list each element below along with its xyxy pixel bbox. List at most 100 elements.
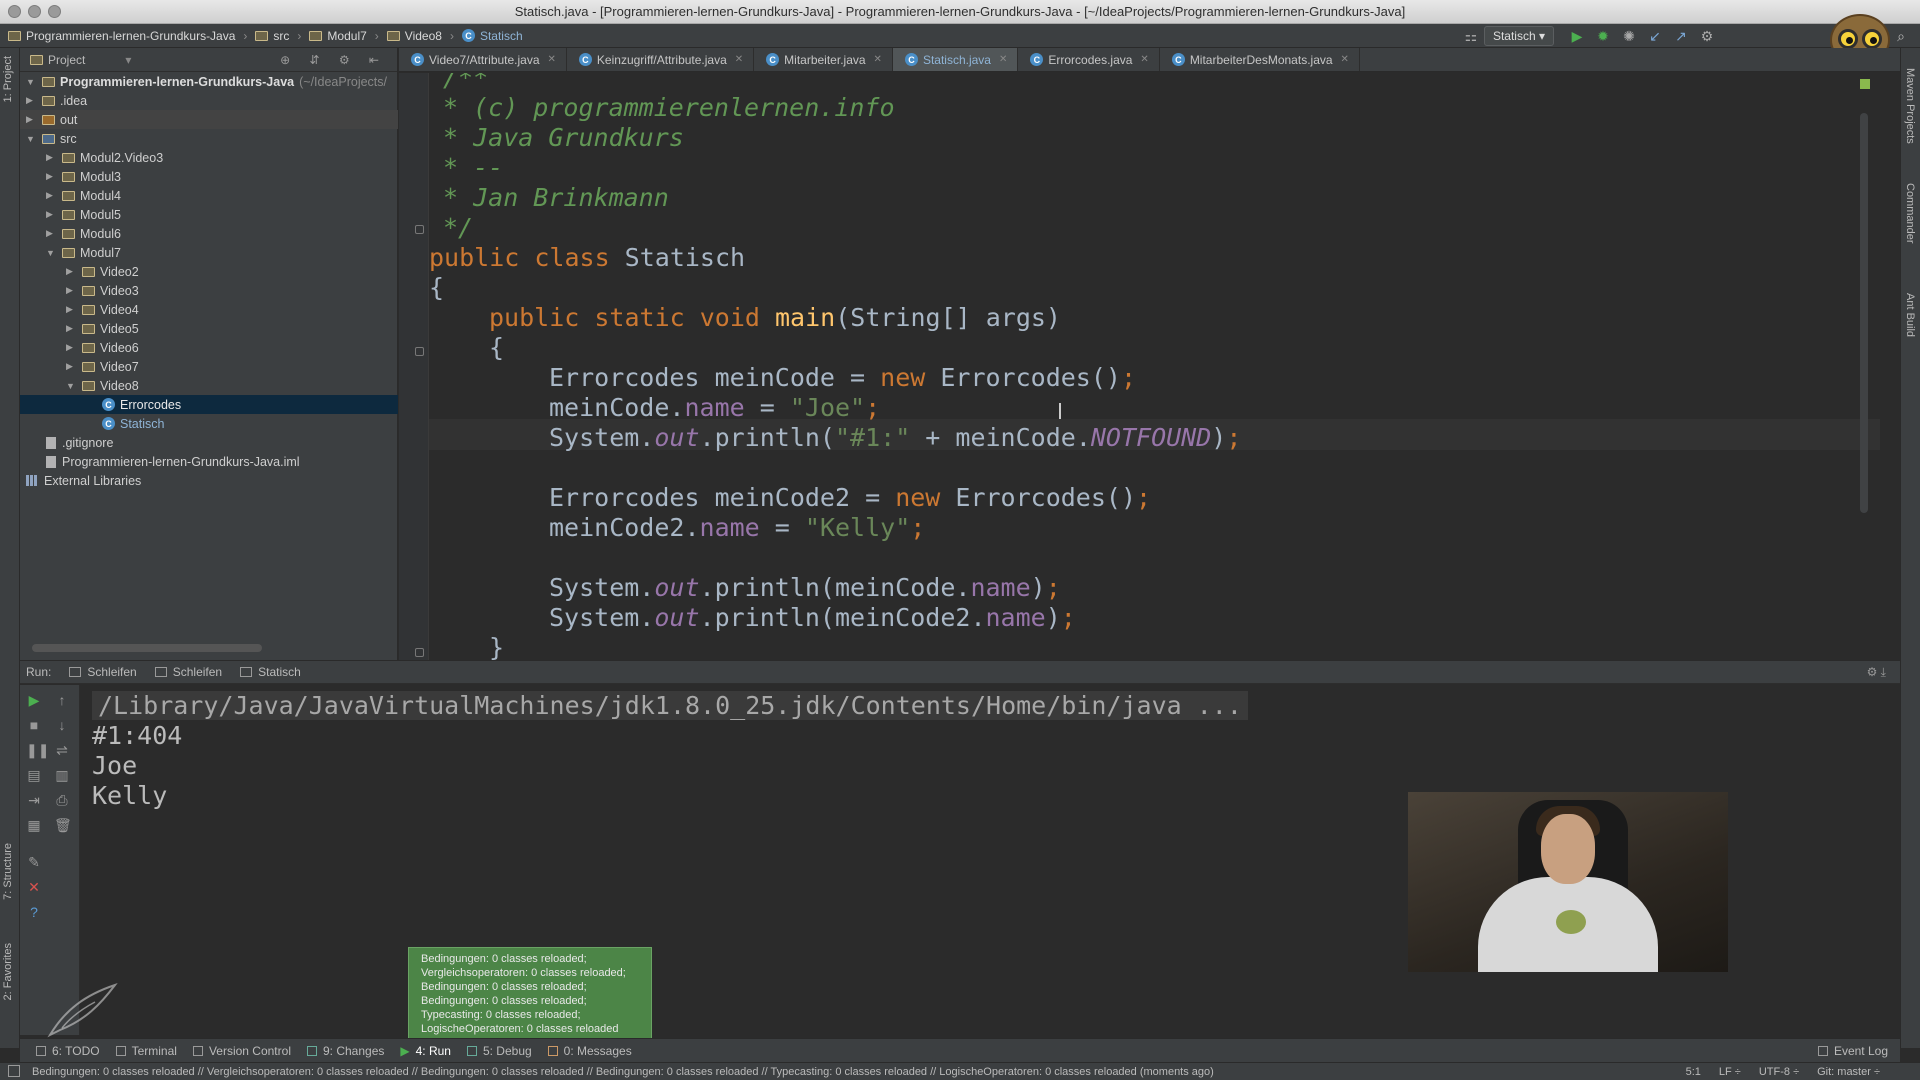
stop-icon[interactable]: ■ (26, 718, 42, 732)
cursor-position[interactable]: 5:1 (1686, 1066, 1701, 1078)
tree-item-statisch[interactable]: C Statisch (20, 414, 398, 433)
tree-item[interactable]: Programmieren-lernen-Grundkurs-Java.iml (20, 452, 398, 471)
tree-item[interactable]: ▶ Modul4 (20, 186, 398, 205)
coverage-icon[interactable]: ✺ (1622, 29, 1636, 43)
status-message[interactable]: Bedingungen: 0 classes reloaded // Vergl… (32, 1066, 1214, 1078)
dump-threads-icon[interactable]: ▤ (26, 768, 42, 782)
tree-item[interactable]: ▶ .idea (20, 91, 398, 110)
tree-item[interactable]: ▶ Modul3 (20, 167, 398, 186)
run-icon[interactable]: ▶ (1570, 29, 1584, 43)
print-icon[interactable]: ⎙ (54, 793, 70, 807)
todo-tool-button[interactable]: 6: TODO (36, 1044, 100, 1058)
changes-tool-button[interactable]: 9: Changes (306, 1044, 384, 1058)
line-separator[interactable]: LF ÷ (1719, 1066, 1741, 1078)
tree-item[interactable]: ▶ Video5 (20, 319, 398, 338)
fold-marker-icon[interactable] (415, 347, 424, 356)
folder-icon (82, 380, 95, 391)
maven-projects-tab[interactable]: Maven Projects (1904, 68, 1916, 144)
ant-build-tab[interactable]: Ant Build (1904, 293, 1916, 337)
debug-tool-button[interactable]: 5: Debug (466, 1044, 532, 1058)
tab-mitarbeiterdesmonats[interactable]: C MitarbeiterDesMonats.java ✕ (1160, 48, 1360, 71)
close-tab-icon[interactable]: ✕ (1341, 54, 1349, 65)
tree-item[interactable]: ▶ Video2 (20, 262, 398, 281)
run-tab-schleifen[interactable]: Schleifen (69, 665, 137, 679)
run-configuration-select[interactable]: Statisch ▾ (1483, 26, 1554, 46)
tree-item[interactable]: .gitignore (20, 433, 398, 452)
scroll-to-end-icon[interactable]: ▥ (54, 768, 70, 782)
scroll-up-icon[interactable]: ↑ (54, 693, 70, 707)
run-tab-statisch[interactable]: Statisch (240, 665, 301, 679)
scroll-down-icon[interactable]: ↓ (54, 718, 70, 732)
tree-item[interactable]: ▶ Modul6 (20, 224, 398, 243)
breadcrumb-project[interactable]: Programmieren-lernen-Grundkurs-Java › (8, 29, 247, 43)
project-structure-icon[interactable]: ⚏ (1464, 29, 1478, 43)
breadcrumb-statisch[interactable]: C Statisch (461, 29, 523, 43)
close-run-icon[interactable]: ✕ (26, 880, 42, 894)
version-control-tool-button[interactable]: Version Control (192, 1044, 291, 1058)
editor-scrollbar[interactable] (1860, 113, 1868, 513)
tree-item[interactable]: ▶ Video7 (20, 357, 398, 376)
run-panel-settings-icon[interactable]: ⚙ ⤓ (1867, 665, 1886, 680)
tree-item[interactable]: ▶ Modul5 (20, 205, 398, 224)
tree-item[interactable]: ▶ Video3 (20, 281, 398, 300)
inspection-status-icon[interactable] (1860, 79, 1870, 89)
rerun-icon[interactable]: ▶ (26, 693, 42, 707)
exit-icon[interactable]: ⇥ (26, 793, 42, 807)
favorites-tool-tab[interactable]: 2: Favorites (2, 943, 14, 1000)
search-icon[interactable]: ⌕ (1894, 29, 1908, 43)
tree-item[interactable]: External Libraries (20, 471, 398, 490)
tab-mitarbeiter[interactable]: C Mitarbeiter.java ✕ (754, 48, 893, 71)
file-encoding[interactable]: UTF-8 ÷ (1759, 1066, 1799, 1078)
breadcrumb-video8[interactable]: Video8 › (386, 29, 454, 43)
project-view-select[interactable]: Project (48, 53, 85, 67)
clear-all-icon[interactable]: 🗑 (54, 818, 72, 832)
project-tool-tab[interactable]: 1: Project (2, 56, 14, 102)
run-tool-button[interactable]: ▶ 4: Run (400, 1044, 451, 1058)
close-tab-icon[interactable]: ✕ (999, 54, 1007, 65)
project-scrollbar[interactable] (32, 644, 262, 652)
tree-item[interactable]: ▶ Video6 (20, 338, 398, 357)
toggle-tool-windows-icon[interactable] (8, 1065, 20, 1077)
pin-icon[interactable]: ✎ (26, 855, 42, 869)
code-editor[interactable]: /** * (c) programmierenlernen.info * Jav… (399, 73, 1880, 660)
panel-actions-icons[interactable]: ⊕ ⇵ ⚙ ⇤ (280, 53, 387, 67)
debug-icon[interactable]: ✹ (1596, 29, 1610, 43)
git-branch[interactable]: Git: master ÷ (1817, 1066, 1880, 1078)
tab-errorcodes[interactable]: C Errorcodes.java ✕ (1018, 48, 1160, 71)
run-tab-schleifen-2[interactable]: Schleifen (154, 665, 222, 679)
terminal-tool-button[interactable]: Terminal (115, 1044, 177, 1058)
messages-tool-button[interactable]: 0: Messages (547, 1044, 632, 1058)
vcs-update-icon[interactable]: ↙ (1648, 29, 1662, 43)
tree-root[interactable]: ▼ Programmieren-lernen-Grundkurs-Java (~/I… (20, 72, 398, 91)
tree-item[interactable]: ▶ Video4 (20, 300, 398, 319)
close-tab-icon[interactable]: ✕ (1140, 54, 1148, 65)
help-icon[interactable]: ? (26, 905, 42, 919)
fold-marker-icon[interactable] (415, 648, 424, 657)
structure-tool-tab[interactable]: 7: Structure (2, 843, 14, 900)
tree-item[interactable]: ▶ out (20, 110, 398, 129)
close-tab-icon[interactable]: ✕ (735, 54, 743, 65)
event-log-button[interactable]: Event Log (1817, 1044, 1888, 1058)
restore-layout-icon[interactable]: ▦ (26, 818, 42, 832)
fold-marker-icon[interactable] (415, 225, 424, 234)
tree-item[interactable]: ▶ Modul2.Video3 (20, 148, 398, 167)
close-tab-icon[interactable]: ✕ (874, 54, 882, 65)
tab-statisch[interactable]: C Statisch.java ✕ (892, 48, 1019, 71)
reload-notification[interactable]: Bedingungen: 0 classes reloaded; Verglei… (408, 947, 652, 1039)
soft-wrap-icon[interactable]: ⇌ (54, 743, 70, 757)
tree-item[interactable]: ▼ Video8 (20, 376, 398, 395)
close-tab-icon[interactable]: ✕ (548, 54, 556, 65)
tab-keinzugriff-attribute[interactable]: C Keinzugriff/Attribute.java ✕ (567, 48, 755, 71)
pause-icon[interactable]: ❚❚ (26, 743, 49, 757)
event-log-icon (1817, 1045, 1828, 1056)
tree-item[interactable]: ▼ src (20, 129, 398, 148)
tab-video7-attribute[interactable]: C Video7/Attribute.java ✕ (399, 48, 567, 71)
tree-item[interactable]: ▼ Modul7 (20, 243, 398, 262)
folder-icon (82, 285, 95, 296)
tree-item-errorcodes[interactable]: C Errorcodes (20, 395, 398, 414)
breadcrumb-src[interactable]: src › (255, 29, 301, 43)
commander-tab[interactable]: Commander (1904, 183, 1916, 244)
vcs-commit-icon[interactable]: ↗ (1674, 29, 1688, 43)
breadcrumb-modul7[interactable]: Modul7 › (309, 29, 379, 43)
settings-icon[interactable]: ⚙ (1700, 29, 1714, 43)
